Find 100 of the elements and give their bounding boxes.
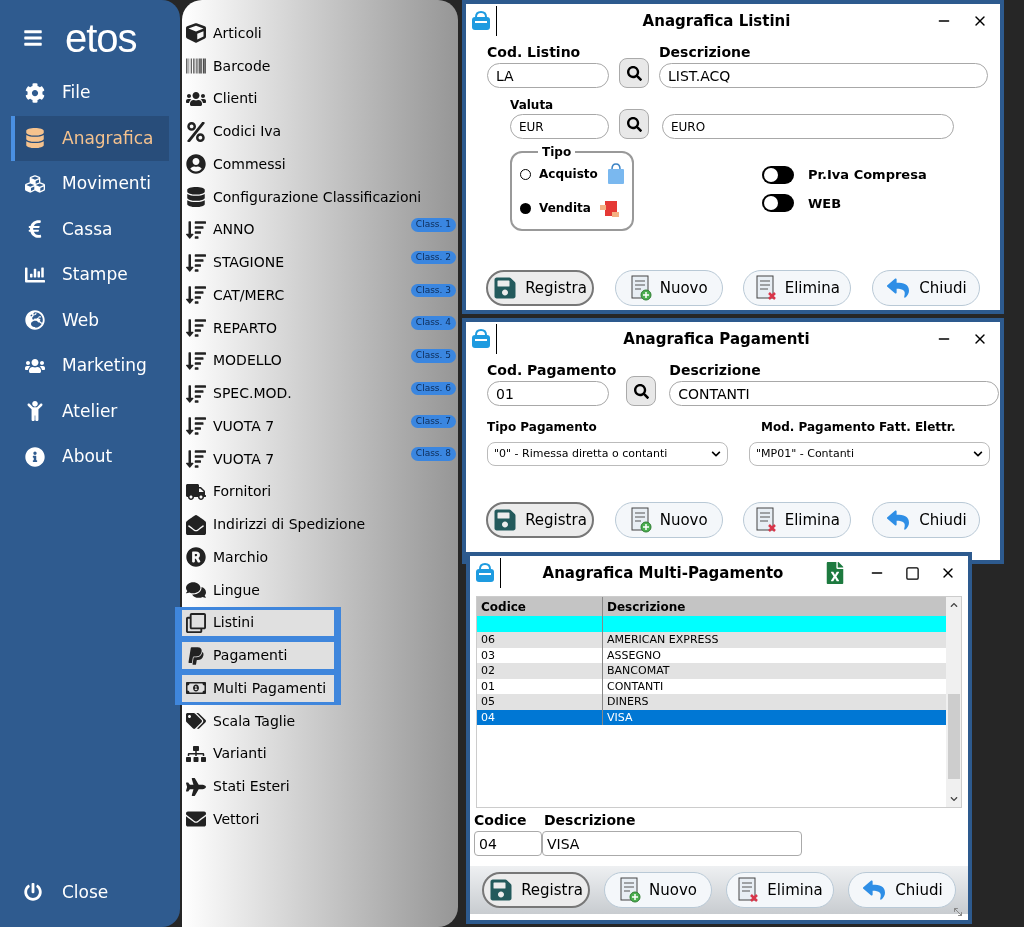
delete-document-icon <box>737 877 760 903</box>
bag-logo-icon <box>474 562 496 584</box>
sidebar-item[interactable]: Anagrafica <box>11 115 169 161</box>
globe-icon <box>25 310 45 331</box>
power-icon[interactable] <box>24 883 42 902</box>
scroll-up-icon[interactable] <box>949 601 958 609</box>
back-arrow-icon <box>861 879 888 901</box>
input-field[interactable]: LA <box>487 63 609 88</box>
action-button[interactable]: Elimina <box>726 872 834 908</box>
menu-item[interactable]: Barcode <box>182 49 458 83</box>
table-cell: 02 <box>477 663 603 679</box>
close-link[interactable]: Close <box>62 879 109 905</box>
menu-item[interactable]: VUOTA 7 Class. 8 <box>182 442 458 476</box>
menu-icon[interactable] <box>23 28 43 48</box>
p-logo-icon <box>186 645 206 666</box>
menu-item[interactable]: Configurazione Classificazioni <box>182 180 458 214</box>
menu-item[interactable]: Multi Pagamenti <box>182 675 334 702</box>
menu-item[interactable]: VUOTA 7 Class. 7 <box>182 410 458 443</box>
sidebar-item[interactable]: About <box>11 434 169 480</box>
menu-item[interactable]: Fornitori <box>182 475 458 509</box>
menu-item[interactable]: Marchio <box>182 541 458 574</box>
window-title: Anagrafica Listini <box>641 10 792 32</box>
action-button[interactable]: Chiudi <box>848 872 956 908</box>
column-header[interactable]: Descrizione <box>603 597 946 616</box>
menu-item[interactable]: Codici Iva <box>182 115 458 148</box>
menu-item[interactable]: Listini <box>182 609 334 637</box>
action-button[interactable]: Chiudi <box>871 270 980 306</box>
menu-item[interactable]: ANNO Class. 1 <box>182 213 458 247</box>
toggle-label: WEB <box>808 194 842 213</box>
sidebar-item[interactable]: Movimenti <box>11 161 169 207</box>
search-icon <box>626 116 642 132</box>
table-row[interactable]: 06 AMERICAN EXPRESS <box>477 632 946 648</box>
menu-item[interactable]: Pagamenti <box>182 642 334 669</box>
sidebar-item[interactable]: Cassa <box>11 206 169 252</box>
action-button[interactable]: Elimina <box>743 270 852 306</box>
menu-item[interactable]: MODELLO Class. 5 <box>182 344 458 378</box>
menu-item[interactable]: SPEC.MOD. Class. 6 <box>182 377 458 410</box>
menu-item[interactable]: Stati Esteri <box>182 770 458 803</box>
sidebar-item[interactable]: Web <box>11 297 169 343</box>
sidebar-item[interactable]: Marketing <box>11 343 169 389</box>
action-button[interactable]: Registra <box>486 502 594 538</box>
new-document-icon <box>619 877 641 903</box>
menu-item[interactable]: Varianti <box>182 737 458 771</box>
input-field[interactable]: VISA <box>542 831 802 856</box>
input-field[interactable]: LIST.ACQ <box>659 63 988 88</box>
input-field[interactable]: EUR <box>510 114 609 139</box>
input-field[interactable]: EURO <box>662 114 954 139</box>
action-button[interactable]: Chiudi <box>871 502 980 538</box>
table-row[interactable]: 05 DINERS <box>477 694 946 710</box>
bag-logo-icon <box>470 328 492 350</box>
toggle-switch[interactable] <box>762 194 794 213</box>
sort-icon <box>186 383 206 404</box>
menu-item[interactable]: Vettori <box>182 803 458 836</box>
menu-item[interactable]: Commessi <box>182 148 458 181</box>
action-button[interactable]: Nuovo <box>614 502 723 538</box>
sort-icon <box>186 252 206 273</box>
search-button[interactable] <box>619 109 649 139</box>
toggle-switch[interactable] <box>762 165 794 184</box>
field-label: Valuta <box>510 97 555 114</box>
menu-item[interactable]: STAGIONE Class. 2 <box>182 246 458 279</box>
menu-item[interactable]: Lingue <box>182 573 458 607</box>
input-field[interactable]: 04 <box>474 831 542 856</box>
action-button[interactable]: Registra <box>482 872 590 908</box>
action-button[interactable]: Nuovo <box>604 872 712 908</box>
radio-button[interactable] <box>520 168 531 180</box>
class-badge: Class. 8 <box>410 447 456 461</box>
barcode-icon <box>186 56 206 77</box>
database-icon <box>186 187 206 208</box>
action-button[interactable]: Elimina <box>743 502 852 538</box>
scrollbar[interactable] <box>946 597 961 807</box>
menu-item[interactable]: Clienti <box>182 82 458 116</box>
menu-item[interactable]: CAT/MERC Class. 3 <box>182 279 458 312</box>
input-field[interactable]: 01 <box>487 381 609 406</box>
maximize-icon[interactable] <box>905 565 920 581</box>
shopping-bag-icon <box>605 163 626 185</box>
radio-button[interactable] <box>520 202 531 214</box>
sidebar-item[interactable]: File <box>11 70 169 116</box>
menu-item[interactable]: Indirizzi di Spedizione <box>182 508 458 541</box>
search-button[interactable] <box>619 58 649 88</box>
action-button[interactable]: Registra <box>486 270 594 306</box>
resize-grip-icon[interactable] <box>952 906 964 918</box>
back-arrow-icon <box>885 277 912 299</box>
scroll-down-icon[interactable] <box>949 795 958 803</box>
table-cell-text: CONTANTI <box>606 678 665 694</box>
table-cell-text: DINERS <box>606 694 650 710</box>
field-label: Cod. Listino <box>487 43 582 62</box>
input-field[interactable]: CONTANTI <box>669 381 1000 406</box>
class-badge: Class. 5 <box>410 349 456 363</box>
menu-item[interactable]: Articoli <box>182 17 458 50</box>
action-button[interactable]: Nuovo <box>614 270 723 306</box>
dropdown[interactable]: "0" - Rimessa diretta o contanti <box>487 442 728 466</box>
search-button[interactable] <box>626 376 657 406</box>
menu-item[interactable]: REPARTO Class. 4 <box>182 311 458 345</box>
table-cell-text: ASSEGNO <box>606 647 662 663</box>
menu-item[interactable]: Scala Taglie <box>182 704 458 738</box>
table-row[interactable]: 02 BANCOMAT <box>477 663 946 679</box>
dropdown[interactable]: "MP01" - Contanti <box>749 442 990 466</box>
sidebar-item[interactable]: Stampe <box>11 252 169 298</box>
sidebar-item[interactable]: Atelier <box>11 388 169 434</box>
spreadsheet-icon[interactable] <box>825 562 845 584</box>
